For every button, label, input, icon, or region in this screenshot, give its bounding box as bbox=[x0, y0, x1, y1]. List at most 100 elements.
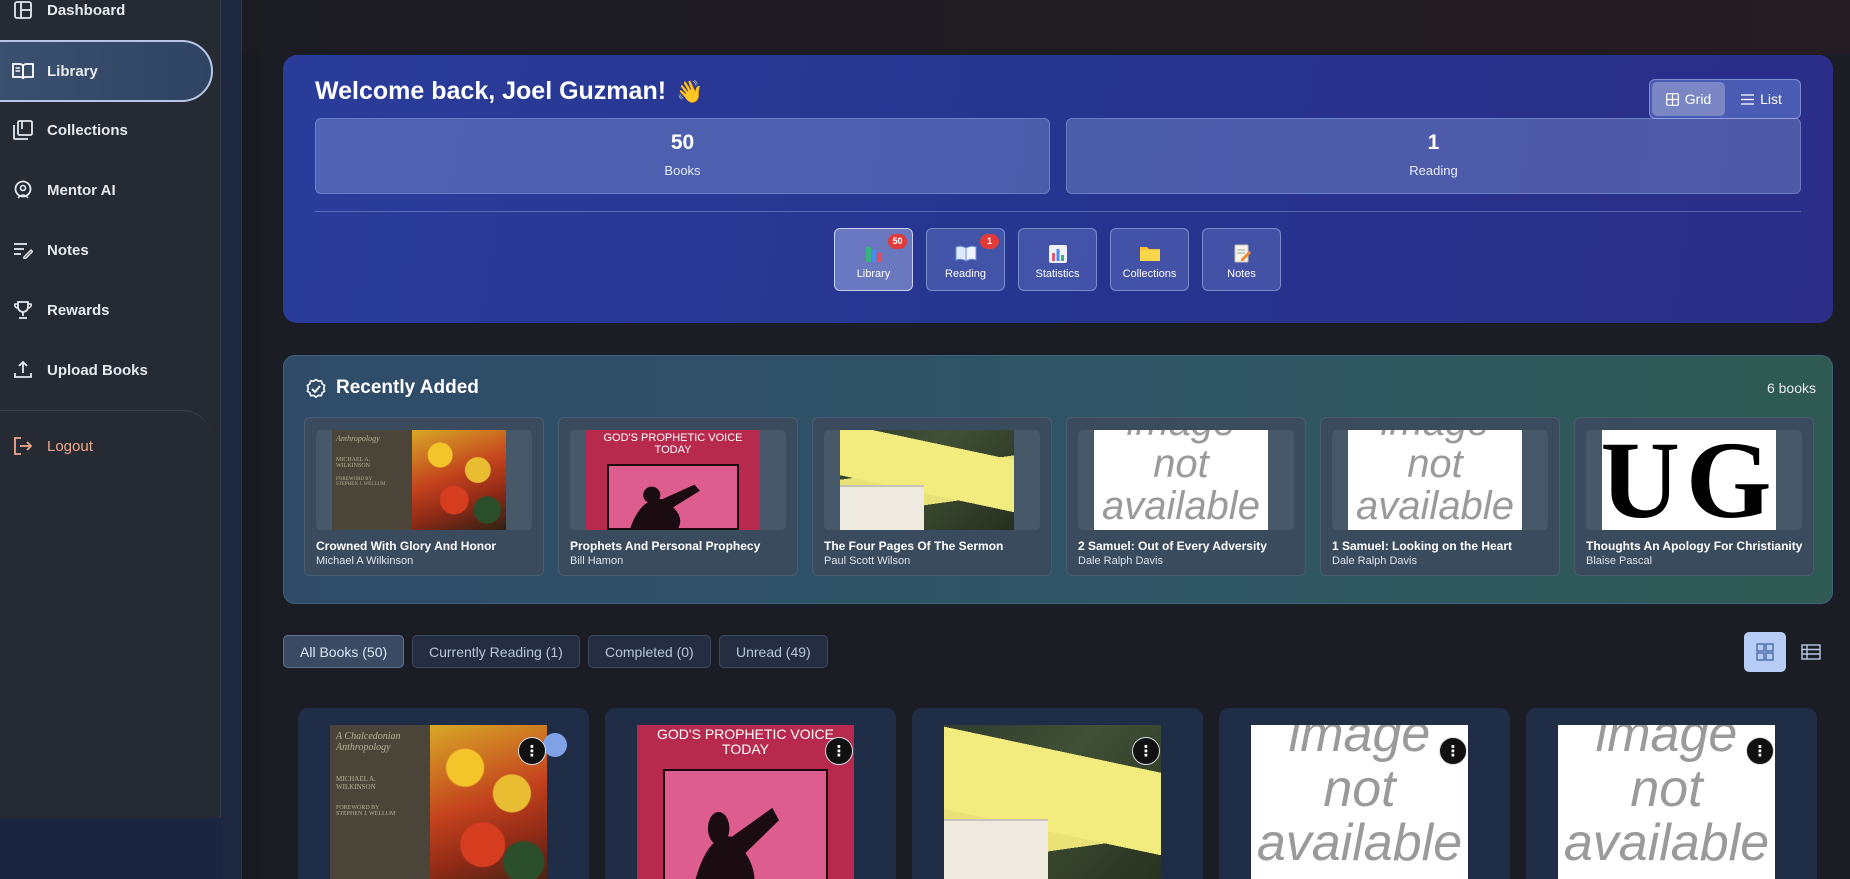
book-card[interactable]: image not available ⋮ bbox=[1219, 708, 1510, 879]
book-cover-frame: Anthropology MICHAEL A. WILKINSON FOREWO… bbox=[316, 430, 532, 530]
book-card[interactable]: ⋮ bbox=[912, 708, 1203, 879]
quick-action-label: Statistics bbox=[1035, 268, 1080, 280]
grid-icon bbox=[1756, 643, 1774, 661]
book-card[interactable]: image not available ⋮ bbox=[1526, 708, 1817, 879]
book-card[interactable]: A Chalcedonian Anthropology MICHAEL A. W… bbox=[298, 708, 589, 879]
more-options-button[interactable]: ⋮ bbox=[825, 737, 853, 765]
filter-currently-reading[interactable]: Currently Reading (1) bbox=[412, 635, 580, 668]
recent-book-card[interactable]: GOD'S PROPHETIC VOICE TODAY Prophets And… bbox=[558, 417, 798, 576]
book-author: Michael A Wilkinson bbox=[316, 555, 414, 567]
layout-toggle bbox=[1744, 632, 1832, 672]
section-title: Recently Added bbox=[336, 377, 479, 398]
list-view-label: List bbox=[1760, 91, 1782, 107]
welcome-hero: Welcome back, Joel Guzman! 👋 Grid List 50… bbox=[283, 55, 1833, 323]
logout-button[interactable]: Logout bbox=[0, 416, 212, 476]
book-title: Thoughts An Apology For Christianity bbox=[1586, 539, 1803, 553]
book-card[interactable]: GOD'S PROPHETIC VOICE TODAY ⋮ bbox=[605, 708, 896, 879]
sidebar-edge bbox=[221, 0, 242, 879]
recent-book-card[interactable]: The Four Pages Of The Sermon Paul Scott … bbox=[812, 417, 1052, 576]
sidebar: Dashboard Library Collections Mentor AI … bbox=[0, 0, 221, 818]
sidebar-item-mentor-ai[interactable]: Mentor AI bbox=[0, 160, 212, 220]
book-title: The Four Pages Of The Sermon bbox=[824, 539, 1004, 553]
recent-book-card[interactable]: imagenotavailable 1 Samuel: Looking on t… bbox=[1320, 417, 1560, 576]
more-options-button[interactable]: ⋮ bbox=[518, 737, 546, 765]
book-cover-frame: GOD'S PROPHETIC VOICE TODAY bbox=[570, 430, 786, 530]
book-open-icon bbox=[12, 60, 34, 82]
list-icon bbox=[1741, 93, 1755, 105]
stat-label: Books bbox=[664, 163, 701, 178]
book-author: Dale Ralph Davis bbox=[1078, 555, 1163, 567]
book-title: Prophets And Personal Prophecy bbox=[570, 539, 761, 553]
sidebar-item-label: Library bbox=[47, 62, 98, 80]
dashboard-icon bbox=[12, 0, 34, 21]
book-author: Bill Hamon bbox=[570, 555, 624, 567]
more-options-button[interactable]: ⋮ bbox=[1132, 737, 1160, 765]
book-cover-frame: imagenotavailable bbox=[1078, 430, 1294, 530]
sidebar-item-dashboard[interactable]: Dashboard bbox=[0, 0, 212, 40]
book-cover-frame: UG bbox=[1586, 430, 1802, 530]
more-options-button[interactable]: ⋮ bbox=[1439, 737, 1467, 765]
quick-action-label: Collections bbox=[1122, 268, 1177, 280]
library-count-badge: 50 bbox=[888, 234, 907, 249]
verified-badge-icon bbox=[305, 378, 327, 405]
book-cover: GOD'S PROPHETIC VOICE TODAY bbox=[637, 725, 854, 879]
sidebar-item-library[interactable]: Library bbox=[0, 40, 213, 102]
quick-action-label: Library bbox=[856, 268, 891, 280]
recent-book-card[interactable]: UG Thoughts An Apology For Christianity … bbox=[1574, 417, 1814, 576]
hero-divider bbox=[315, 211, 1801, 212]
book-cover: imagenotavailable bbox=[1251, 725, 1468, 879]
book-cover: GOD'S PROPHETIC VOICE TODAY bbox=[586, 430, 760, 530]
recent-count: 6 books bbox=[1766, 380, 1816, 396]
book-cover bbox=[840, 430, 1014, 530]
quick-action-reading[interactable]: 1 Reading bbox=[926, 228, 1005, 291]
quick-action-label: Reading bbox=[945, 268, 986, 280]
more-options-button[interactable]: ⋮ bbox=[1746, 737, 1774, 765]
bar-chart-icon bbox=[1019, 244, 1096, 264]
collections-icon bbox=[12, 119, 34, 141]
list-view-button[interactable]: List bbox=[1725, 82, 1798, 116]
grid-layout-button[interactable] bbox=[1744, 632, 1786, 672]
sidebar-item-label: Mentor AI bbox=[47, 181, 116, 199]
trophy-icon bbox=[12, 299, 34, 321]
sidebar-item-notes[interactable]: Notes bbox=[0, 220, 212, 280]
quick-action-library[interactable]: 50 Library bbox=[834, 228, 913, 291]
quick-action-notes[interactable]: Notes bbox=[1202, 228, 1281, 291]
sidebar-item-rewards[interactable]: Rewards bbox=[0, 280, 212, 340]
recent-book-card[interactable]: Anthropology MICHAEL A. WILKINSON FOREWO… bbox=[304, 417, 544, 576]
book-cover: A Chalcedonian Anthropology MICHAEL A. W… bbox=[330, 725, 547, 879]
filter-unread[interactable]: Unread (49) bbox=[719, 635, 828, 668]
book-cover-frame: imagenotavailable bbox=[1332, 430, 1548, 530]
stat-label: Reading bbox=[1409, 163, 1458, 178]
book-cover: Anthropology MICHAEL A. WILKINSON FOREWO… bbox=[332, 430, 506, 530]
sidebar-item-label: Rewards bbox=[47, 301, 110, 319]
filter-all-books[interactable]: All Books (50) bbox=[283, 635, 405, 668]
table-icon bbox=[1801, 644, 1821, 660]
book-cover: UG bbox=[1602, 430, 1776, 530]
logout-icon bbox=[12, 435, 34, 457]
sidebar-item-label: Notes bbox=[47, 241, 89, 259]
sidebar-item-collections[interactable]: Collections bbox=[0, 100, 212, 160]
table-layout-button[interactable] bbox=[1790, 632, 1832, 672]
grid-view-label: Grid bbox=[1684, 91, 1712, 107]
stat-value: 1 bbox=[1427, 131, 1440, 154]
stat-value: 50 bbox=[670, 131, 695, 154]
book-cover-frame bbox=[824, 430, 1040, 530]
book-cover: imagenotavailable bbox=[1558, 725, 1775, 879]
reading-indicator bbox=[543, 733, 567, 757]
notes-icon bbox=[12, 239, 34, 261]
page-title: Welcome back, Joel Guzman! 👋 bbox=[315, 77, 703, 106]
quick-action-collections[interactable]: Collections bbox=[1110, 228, 1189, 291]
grid-view-button[interactable]: Grid bbox=[1652, 82, 1725, 116]
wave-emoji: 👋 bbox=[676, 79, 704, 104]
quick-action-statistics[interactable]: Statistics bbox=[1018, 228, 1097, 291]
book-author: Paul Scott Wilson bbox=[824, 555, 911, 567]
recent-book-card[interactable]: imagenotavailable 2 Samuel: Out of Every… bbox=[1066, 417, 1306, 576]
filter-completed[interactable]: Completed (0) bbox=[588, 635, 711, 668]
book-title: 1 Samuel: Looking on the Heart bbox=[1332, 539, 1513, 553]
quick-action-label: Notes bbox=[1227, 268, 1256, 280]
sidebar-item-label: Collections bbox=[47, 121, 128, 139]
sidebar-item-label: Dashboard bbox=[47, 1, 126, 19]
book-cover: imagenotavailable bbox=[1094, 430, 1268, 530]
sidebar-item-upload-books[interactable]: Upload Books bbox=[0, 340, 212, 400]
welcome-text: Welcome back, Joel Guzman! bbox=[315, 77, 667, 105]
